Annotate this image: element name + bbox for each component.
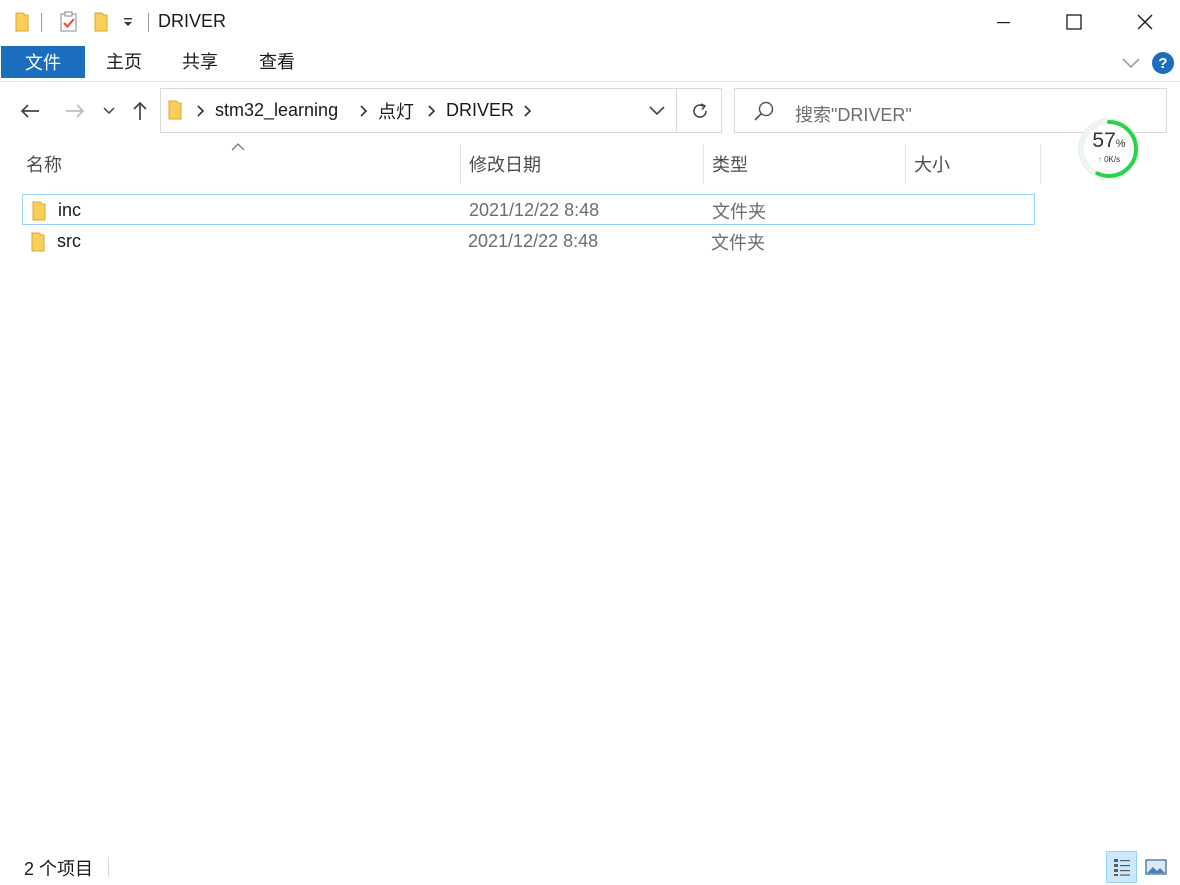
forward-button[interactable] — [60, 94, 90, 128]
address-history-chevron-icon[interactable] — [639, 89, 675, 132]
maximize-button[interactable] — [1039, 0, 1109, 44]
file-name[interactable]: src — [57, 226, 81, 257]
help-icon[interactable]: ? — [1152, 52, 1174, 74]
file-modified: 2021/12/22 8:48 — [469, 200, 600, 220]
file-type: 文件夹 — [712, 201, 766, 222]
close-button[interactable] — [1110, 0, 1180, 44]
up-button[interactable] — [125, 94, 155, 128]
folder-icon — [30, 226, 46, 257]
large-icons-view-button[interactable] — [1140, 851, 1171, 883]
folder-icon — [167, 100, 183, 125]
details-view-button[interactable] — [1106, 851, 1137, 883]
divider — [108, 857, 109, 877]
customize-quick-access-icon[interactable] — [118, 0, 138, 44]
tab-share[interactable]: 共享 — [172, 44, 228, 78]
title-bar: DRIVER — [0, 0, 1180, 44]
file-row-src[interactable]: src 2021/12/22 8:48 文件夹 — [22, 226, 1035, 257]
status-item-count: 2 个项目 — [24, 859, 94, 879]
divider — [148, 13, 149, 32]
folder-icon — [10, 0, 34, 44]
details-view-icon — [1113, 859, 1130, 876]
search-input[interactable]: 搜索"DRIVER" — [795, 101, 912, 127]
ribbon: 文件 主页 共享 查看 ? — [0, 44, 1180, 82]
chevron-right-icon[interactable] — [427, 104, 437, 118]
search-icon — [753, 100, 775, 127]
file-modified: 2021/12/22 8:48 — [468, 231, 599, 251]
column-header-name[interactable]: 名称 — [18, 144, 460, 184]
chevron-right-icon[interactable] — [196, 104, 206, 118]
back-button[interactable] — [15, 94, 45, 128]
tab-home[interactable]: 主页 — [96, 44, 152, 78]
column-divider[interactable] — [1040, 144, 1041, 184]
divider — [41, 13, 42, 32]
file-type: 文件夹 — [711, 232, 765, 253]
file-row-inc[interactable]: inc 2021/12/22 8:48 文件夹 — [22, 194, 1035, 225]
breadcrumb-driver[interactable]: DRIVER — [446, 89, 514, 132]
performance-widget[interactable]: 57% ↑ 0K/s — [1077, 117, 1141, 181]
minimize-button[interactable] — [968, 0, 1038, 44]
address-bar[interactable]: stm32_learning 点灯 DRIVER — [160, 88, 722, 133]
network-speed: ↑ 0K/s — [1097, 155, 1121, 164]
cpu-percent: 57% — [1092, 129, 1126, 152]
new-folder-icon[interactable] — [89, 0, 113, 44]
tab-file[interactable]: 文件 — [1, 46, 85, 78]
file-name[interactable]: inc — [58, 195, 81, 226]
column-header-modified[interactable]: 修改日期 — [461, 144, 703, 184]
refresh-icon[interactable] — [676, 89, 722, 132]
column-header-type[interactable]: 类型 — [704, 144, 905, 184]
window-title: DRIVER — [158, 11, 227, 31]
column-header-size[interactable]: 大小 — [906, 144, 1040, 184]
breadcrumb-stm32-learning[interactable]: stm32_learning — [215, 89, 338, 132]
folder-icon — [31, 195, 47, 226]
tab-view[interactable]: 查看 — [249, 44, 305, 78]
recent-locations-chevron-icon[interactable] — [96, 94, 122, 128]
large-icons-view-icon — [1144, 859, 1167, 875]
upload-arrow-icon: ↑ — [1097, 155, 1102, 164]
expand-ribbon-chevron-icon[interactable] — [1120, 52, 1142, 74]
chevron-right-icon[interactable] — [359, 104, 369, 118]
chevron-right-icon[interactable] — [523, 104, 533, 118]
properties-icon[interactable] — [57, 0, 81, 44]
breadcrumb-diandeng[interactable]: 点灯 — [378, 89, 414, 132]
